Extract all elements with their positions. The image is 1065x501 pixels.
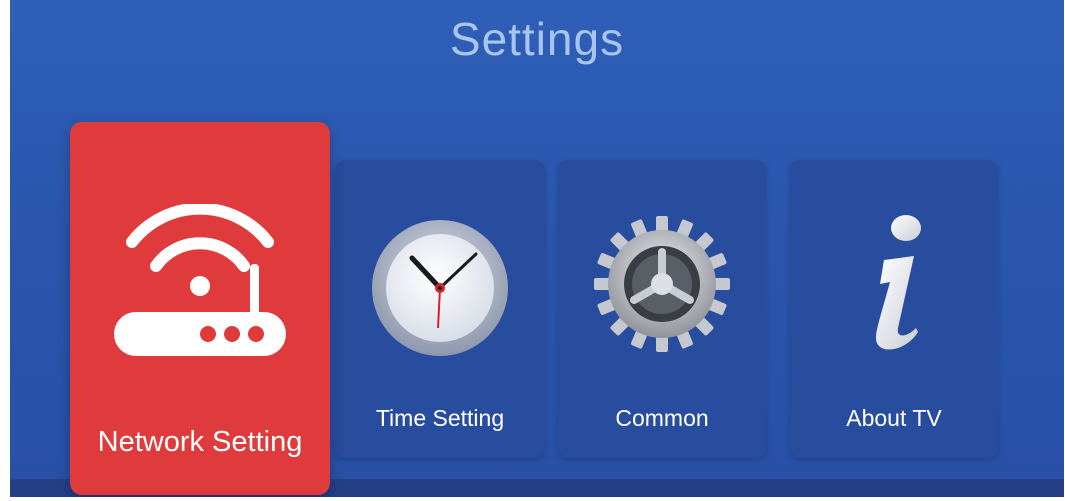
common-label: Common (615, 405, 709, 431)
about-tv-label: About TV (846, 405, 942, 431)
settings-screen: Settings Time Setting Common About TV Ne… (10, 0, 1064, 497)
router-wifi-icon (114, 204, 286, 356)
info-icon (876, 215, 921, 350)
network-setting-tile[interactable]: Network Setting (70, 122, 330, 495)
time-setting-tile[interactable]: Time Setting (335, 160, 545, 458)
gear-icon (594, 216, 730, 352)
common-tile[interactable]: Common (558, 160, 766, 458)
clock-icon (372, 220, 508, 356)
network-setting-label: Network Setting (97, 426, 303, 458)
page-title: Settings (449, 13, 625, 65)
about-tv-tile[interactable]: About TV (790, 160, 998, 458)
time-setting-label: Time Setting (375, 405, 505, 431)
